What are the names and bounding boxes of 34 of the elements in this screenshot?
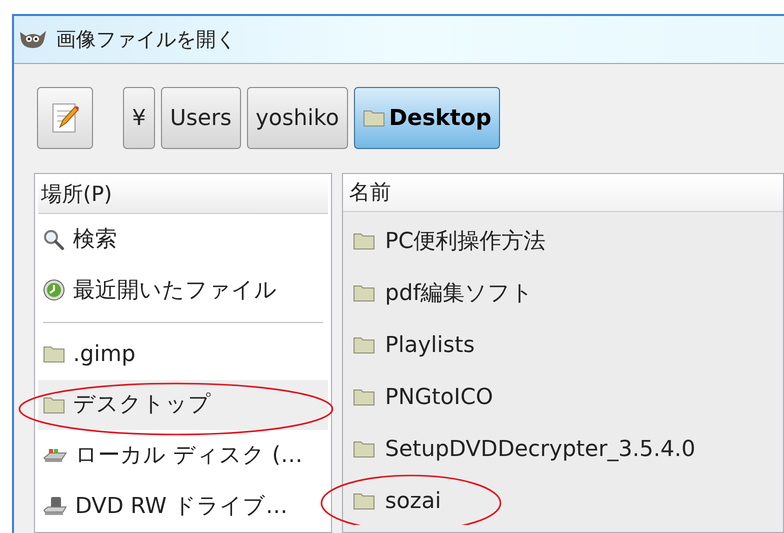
folder-icon — [353, 492, 375, 510]
window-title: 画像ファイルを開く — [56, 26, 236, 54]
place-item[interactable]: .gimp — [38, 328, 328, 380]
place-item[interactable]: デスクトップ — [38, 380, 328, 430]
file-row[interactable]: sozai — [343, 475, 783, 527]
file-row[interactable]: PC便利操作方法 — [343, 215, 783, 267]
column-header[interactable]: 名前 — [343, 174, 783, 212]
clock-icon — [43, 279, 65, 302]
folder-icon — [353, 232, 375, 250]
folder-icon — [363, 109, 386, 128]
place-item[interactable]: ローカル ディスク (… — [38, 430, 328, 482]
edit-button[interactable] — [37, 87, 93, 150]
folder-icon — [43, 345, 65, 364]
folder-icon — [43, 396, 65, 414]
gimp-logo-icon — [18, 28, 48, 50]
path-segment-button[interactable]: ¥ — [123, 87, 155, 150]
file-row[interactable]: PNGtoICO — [343, 371, 783, 423]
path-segment-button[interactable]: Desktop — [354, 87, 500, 150]
file-row[interactable]: Playlists — [343, 319, 783, 371]
path-segment-button[interactable]: yoshiko — [246, 87, 348, 150]
place-item[interactable]: 検索 — [38, 214, 328, 265]
file-row[interactable]: SetupDVDDecrypter_3.5.4.0 — [343, 423, 783, 475]
file-row[interactable]: pdf編集ソフト — [343, 267, 783, 319]
dvd-drive-icon — [43, 496, 67, 518]
folder-icon — [353, 388, 375, 406]
path-segment-button[interactable]: Users — [161, 87, 241, 150]
place-item[interactable]: 最近開いたファイル — [38, 264, 328, 316]
notepad-pencil-icon — [50, 101, 80, 136]
folder-icon — [353, 440, 375, 458]
drive-icon — [43, 446, 67, 465]
search-icon — [43, 228, 65, 251]
folder-icon — [353, 336, 375, 354]
folder-icon — [353, 284, 375, 302]
place-item[interactable]: DVD RW ドライブ… — [38, 481, 328, 532]
